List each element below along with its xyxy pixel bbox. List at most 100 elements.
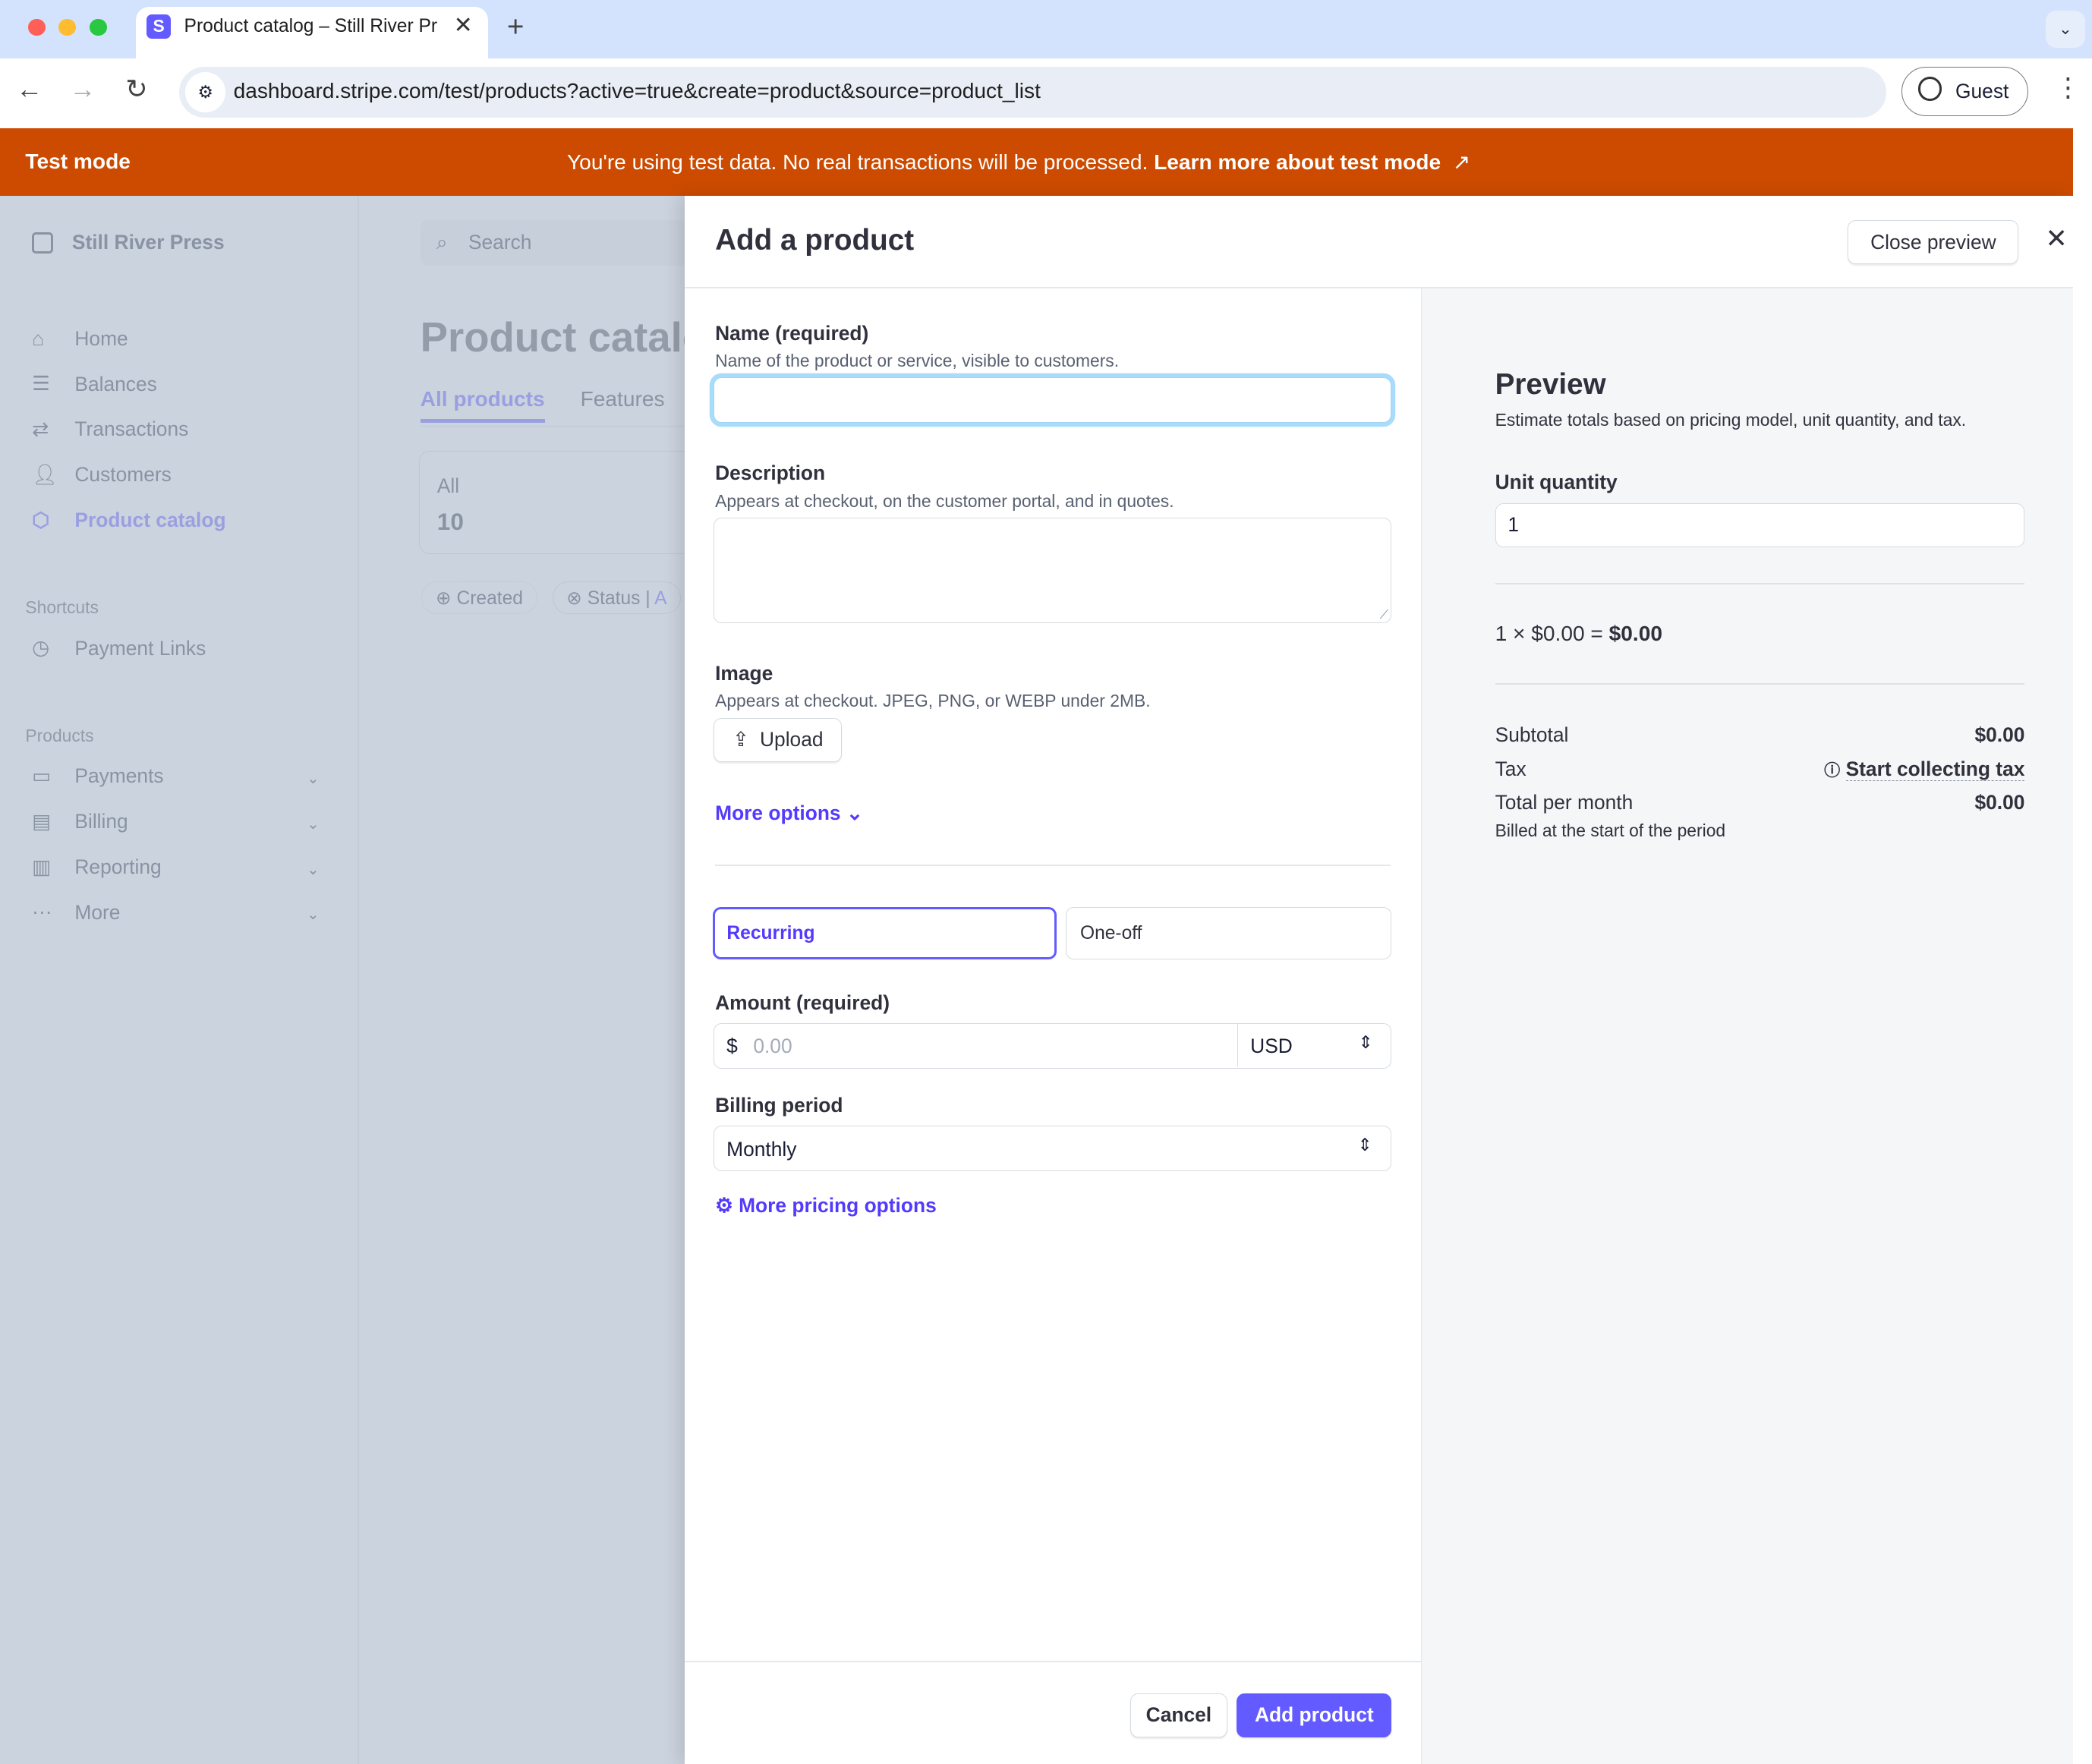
add-product-button[interactable]: Add product [1237, 1693, 1392, 1737]
card-value: 10 [436, 507, 464, 535]
upload-label: Upload [760, 728, 824, 751]
maximize-window-button[interactable] [89, 18, 107, 36]
profile-label: Guest [1955, 79, 2009, 102]
sidebar-item-reporting[interactable]: ▥ Reporting [32, 855, 162, 880]
profile-icon [1917, 77, 1942, 101]
image-label: Image [715, 661, 773, 685]
sidebar-item-home[interactable]: ⌂ Home [32, 327, 128, 351]
tab-all-products[interactable]: All products [420, 387, 545, 424]
learn-more-link[interactable]: Learn more about test mode [1154, 150, 1441, 174]
sidebar-item-payments[interactable]: ▭ Payments [32, 764, 163, 789]
sidebar-item-transactions[interactable]: ⇄ Transactions [32, 417, 188, 442]
sidebar-item-label: More [74, 900, 121, 924]
billing-period-value: Monthly [726, 1137, 797, 1161]
sidebar-item-customers[interactable]: 👤︎ Customers [32, 463, 172, 487]
select-arrows-icon: ⇕ [1357, 1135, 1372, 1155]
browser-toolbar: ← → ↻ ⚙ dashboard.stripe.com/test/produc… [0, 58, 2092, 129]
resize-handle-icon[interactable]: ⟋ [1380, 609, 1388, 622]
name-hint: Name of the product or service, visible … [715, 351, 1120, 371]
tab-title: Product catalog – Still River Press [184, 16, 438, 37]
start-collecting-tax-link[interactable]: ⓘ Start collecting tax [1824, 758, 2025, 782]
test-mode-label: Test mode [25, 149, 131, 173]
gear-icon: ⚙ [715, 1194, 733, 1217]
description-label: Description [715, 461, 826, 485]
unit-quantity-input[interactable]: 1 [1495, 502, 2025, 547]
account-switcher[interactable]: Still River Press [32, 231, 225, 254]
browser-tab[interactable]: S Product catalog – Still River Press ✕ [136, 6, 489, 59]
scrollbar-track[interactable] [2073, 128, 2092, 1764]
amount-label: Amount (required) [715, 991, 890, 1014]
tab-search-chevron-icon[interactable]: ⌄ [2045, 11, 2086, 49]
total-label: Total per month [1495, 791, 1634, 814]
new-tab-icon[interactable]: + [507, 11, 525, 44]
close-preview-button[interactable]: Close preview [1848, 220, 2019, 264]
all-products-card[interactable]: All 10 [418, 451, 714, 554]
calc-total: $0.00 [1608, 622, 1662, 646]
clock-icon: ◷ [32, 636, 50, 660]
site-settings-icon[interactable]: ⚙ [185, 71, 226, 112]
upload-button[interactable]: ⇪ Upload [714, 717, 843, 762]
sidebar-item-label: Payments [74, 764, 164, 788]
reload-icon[interactable]: ↻ [125, 74, 147, 105]
minimize-window-button[interactable] [58, 18, 77, 36]
external-link-icon: ↗ [1446, 150, 1471, 174]
cancel-button[interactable]: Cancel [1129, 1693, 1228, 1737]
unit-quantity-label: Unit quantity [1495, 471, 1618, 494]
more-options-link[interactable]: More options ⌄ [715, 802, 863, 825]
currency-select[interactable]: USD ⇕ [1237, 1024, 1391, 1067]
tab-features[interactable]: Features [581, 387, 665, 411]
one-off-option[interactable]: One-off [1066, 907, 1392, 959]
products-heading: Products [25, 726, 94, 746]
billing-period-select[interactable]: Monthly ⇕ [714, 1126, 1392, 1172]
chevron-down-icon[interactable]: ⌄ [307, 861, 319, 879]
name-input[interactable] [714, 377, 1392, 424]
wallet-icon: ▭ [32, 764, 52, 788]
chevron-down-icon[interactable]: ⌄ [307, 906, 319, 924]
forward-icon[interactable]: → [69, 74, 96, 105]
chart-icon: ▥ [32, 855, 52, 878]
balances-icon: ☰ [32, 372, 50, 395]
currency-symbol: $ [726, 1035, 738, 1058]
drawer-title: Add a product [715, 224, 915, 257]
sidebar-item-balances[interactable]: ☰ Balances [32, 372, 157, 396]
sidebar-item-more[interactable]: ··· More [32, 900, 120, 925]
store-icon [32, 232, 54, 254]
profile-button[interactable]: Guest [1901, 66, 2028, 117]
filter-label: Status [587, 587, 641, 609]
billing-period-label: Billing period [715, 1094, 843, 1117]
back-icon[interactable]: ← [16, 74, 43, 105]
chevron-down-icon[interactable]: ⌄ [307, 770, 319, 788]
created-filter[interactable]: ⊕ Created [421, 581, 537, 614]
test-mode-message: You're using test data. No real transact… [567, 150, 1148, 174]
browser-menu-icon[interactable]: ⋮ [2055, 72, 2081, 103]
description-textarea[interactable]: ⟋ [714, 517, 1392, 623]
search-icon: ⌕ [436, 231, 448, 254]
close-window-button[interactable] [27, 18, 46, 36]
sidebar-item-label: Balances [74, 372, 157, 395]
sidebar-item-product-catalog[interactable]: ⬡ Product catalog [32, 509, 225, 533]
more-options-label: More options [715, 802, 841, 825]
sidebar-item-label: Payment Links [74, 636, 206, 660]
recurring-option[interactable]: Recurring [712, 907, 1057, 959]
box-icon: ⬡ [32, 508, 50, 531]
amount-field[interactable]: $ 0.00 USD ⇕ [714, 1023, 1392, 1069]
more-pricing-options-link[interactable]: ⚙ More pricing options [715, 1194, 937, 1217]
subtotal-value: $0.00 [1974, 723, 2025, 746]
stripe-favicon-icon: S [147, 14, 171, 39]
close-tab-icon[interactable]: ✕ [454, 12, 473, 39]
sidebar-item-label: Customers [74, 463, 172, 487]
tax-label: Tax [1495, 758, 1526, 781]
tax-link-label: Start collecting tax [1845, 758, 2025, 782]
sidebar-item-billing[interactable]: ▤ Billing [32, 810, 128, 834]
status-filter[interactable]: ⊗ Status | A [552, 581, 682, 614]
transactions-icon: ⇄ [32, 417, 49, 441]
image-hint: Appears at checkout. JPEG, PNG, or WEBP … [715, 691, 1151, 711]
search-input[interactable]: ⌕ Search [420, 220, 688, 266]
subtotal-label: Subtotal [1495, 723, 1569, 746]
sidebar-item-payment-links[interactable]: ◷ Payment Links [32, 636, 206, 660]
close-icon[interactable]: ✕ [2046, 223, 2068, 254]
chevron-down-icon[interactable]: ⌄ [307, 815, 319, 833]
upload-icon: ⇪ [732, 728, 749, 751]
address-bar[interactable]: ⚙ dashboard.stripe.com/test/products?act… [178, 66, 1887, 118]
more-icon: ··· [32, 900, 52, 924]
